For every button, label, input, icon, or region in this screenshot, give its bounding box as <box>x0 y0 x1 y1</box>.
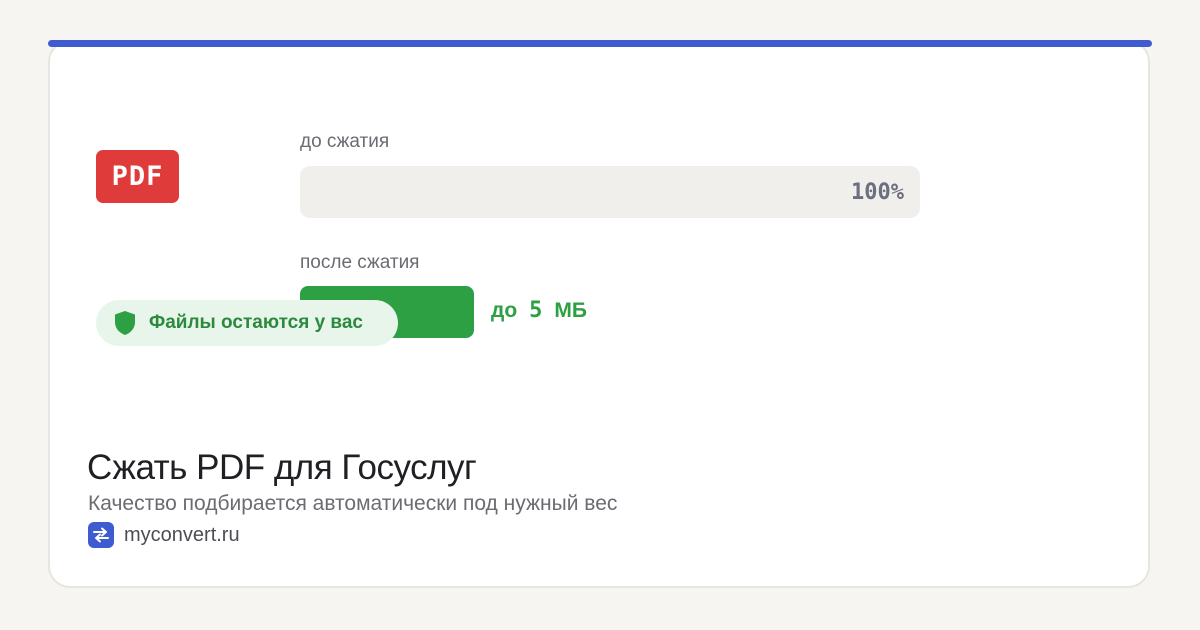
pdf-badge-label: PDF <box>111 161 164 192</box>
after-compression-label: после сжатия <box>300 252 420 273</box>
before-compression-percent: 100% <box>851 179 904 205</box>
privacy-badge: Файлы остаются у вас <box>96 300 398 346</box>
brand: myconvert.ru <box>88 522 240 548</box>
shield-icon <box>114 310 136 336</box>
size-prefix: до <box>491 299 518 322</box>
before-compression-bar: 100% <box>300 166 920 218</box>
size-unit: МБ <box>554 299 588 322</box>
brand-name: myconvert.ru <box>124 523 240 546</box>
page-subtitle: Качество подбирается автоматически под н… <box>88 492 618 515</box>
before-compression-label: до сжатия <box>300 131 390 152</box>
pdf-file-icon: PDF <box>96 150 179 203</box>
size-value: 5 <box>529 298 543 323</box>
privacy-badge-label: Файлы остаются у вас <box>149 312 363 333</box>
swap-arrows-icon <box>88 522 114 548</box>
size-limit-text: до 5 МБ <box>491 298 587 323</box>
top-accent-bar <box>48 40 1152 47</box>
page-title: Сжать PDF для Госуслуг <box>87 448 477 487</box>
